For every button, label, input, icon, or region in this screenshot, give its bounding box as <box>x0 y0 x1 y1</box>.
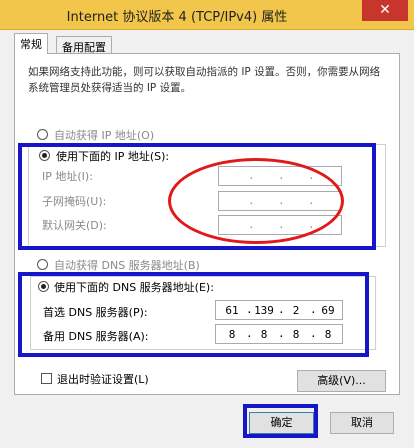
tab-alternate-config[interactable]: 备用配置 <box>56 36 112 54</box>
advanced-button[interactable]: 高级(V)... <box>297 370 386 392</box>
auto-dns-label: 自动获得 DNS 服务器地址(B) <box>54 259 200 272</box>
auto-dns-radio[interactable] <box>37 259 48 270</box>
close-icon: ✕ <box>379 2 391 18</box>
cancel-button[interactable]: 取消 <box>330 412 394 434</box>
auto-ip-radio[interactable] <box>37 129 48 140</box>
annotation-ok-highlight <box>243 404 318 438</box>
annotation-dns-highlight <box>18 272 369 357</box>
description-text: 如果网络支持此功能，则可以获取自动指派的 IP 设置。否则，你需要从网络系统管理… <box>28 66 381 94</box>
window-title: Internet 协议版本 4 (TCP/IPv4) 属性 <box>66 10 288 25</box>
validate-on-exit-checkbox[interactable] <box>41 373 52 384</box>
tab-general[interactable]: 常规 <box>14 33 48 54</box>
title-bar: Internet 协议版本 4 (TCP/IPv4) 属性 ✕ <box>0 0 414 30</box>
validate-on-exit-label: 退出时验证设置(L) <box>57 373 149 386</box>
annotation-ip-circle <box>168 158 344 244</box>
close-button[interactable]: ✕ <box>362 0 408 21</box>
auto-ip-label: 自动获得 IP 地址(O) <box>54 129 155 142</box>
tab-general-label: 常规 <box>20 38 42 51</box>
